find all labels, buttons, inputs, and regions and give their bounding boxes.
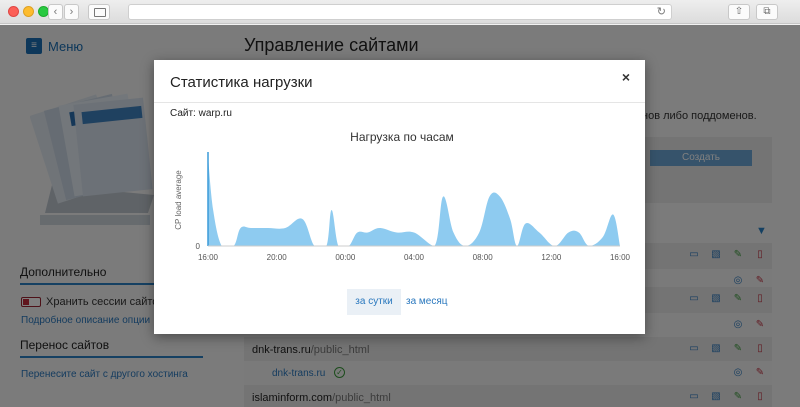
tabs-icon: ⧉ bbox=[763, 6, 771, 17]
x-tick-label: 20:00 bbox=[267, 253, 288, 262]
modal-divider bbox=[154, 102, 645, 103]
close-icon[interactable]: × bbox=[622, 69, 630, 85]
y-tick-label: 0 bbox=[196, 242, 201, 251]
x-tick-label: 12:00 bbox=[541, 253, 562, 262]
close-window-button[interactable] bbox=[8, 6, 19, 17]
load-series-area bbox=[208, 156, 620, 246]
modal-title: Статистика нагрузки bbox=[170, 74, 313, 91]
chart-x-ticks: 16:00 20:00 00:00 04:00 08:00 12:00 16:00 bbox=[198, 253, 630, 262]
load-chart: Нагрузка по часам CP load average 16:00 2… bbox=[174, 130, 630, 262]
back-button[interactable]: ‹ bbox=[48, 4, 63, 20]
chevron-right-icon: › bbox=[69, 6, 74, 18]
site-label: Сайт: warp.ru bbox=[170, 108, 232, 119]
x-tick-label: 16:00 bbox=[198, 253, 219, 262]
reload-icon[interactable]: ↻ bbox=[657, 5, 666, 18]
x-tick-label: 16:00 bbox=[610, 253, 630, 262]
share-icon: ⇧ bbox=[734, 6, 744, 17]
chart-plot bbox=[207, 152, 620, 247]
chart-y-ticks: 0 bbox=[196, 242, 201, 251]
tab-day[interactable]: за сутки bbox=[347, 289, 401, 315]
minimize-window-button[interactable] bbox=[23, 6, 34, 17]
forward-button[interactable]: › bbox=[64, 4, 79, 20]
browser-toolbar: ‹ › ↻ ⇧ ⧉ bbox=[0, 0, 800, 24]
x-tick-label: 04:00 bbox=[404, 253, 425, 262]
chart-y-axis-label: CP load average bbox=[174, 170, 183, 230]
x-tick-label: 00:00 bbox=[335, 253, 356, 262]
tabs-button[interactable]: ⧉ bbox=[756, 4, 778, 20]
sidebar-toggle-button[interactable] bbox=[88, 4, 110, 20]
load-stats-modal: Статистика нагрузки × Сайт: warp.ru Нагр… bbox=[154, 60, 645, 334]
chevron-left-icon: ‹ bbox=[53, 6, 58, 18]
chart-title: Нагрузка по часам bbox=[350, 130, 454, 144]
address-bar[interactable]: ↻ bbox=[128, 4, 672, 20]
share-button[interactable]: ⇧ bbox=[728, 4, 750, 20]
x-tick-label: 08:00 bbox=[473, 253, 494, 262]
tab-month[interactable]: за месяц bbox=[404, 289, 450, 315]
